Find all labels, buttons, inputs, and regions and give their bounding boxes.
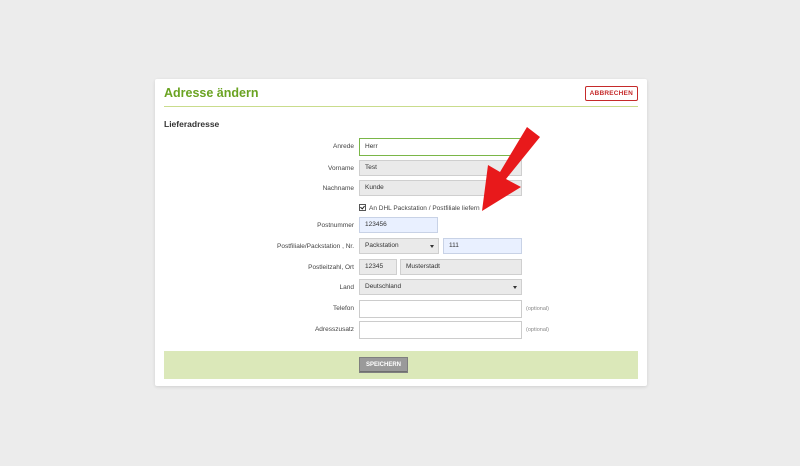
address-edit-card: Adresse ändern ABBRECHEN Lieferadresse A… bbox=[155, 79, 647, 386]
card-header: Adresse ändern ABBRECHEN bbox=[164, 79, 638, 107]
chevron-down-icon bbox=[513, 286, 517, 289]
cancel-button[interactable]: ABBRECHEN bbox=[584, 86, 638, 101]
telefon-optional-hint: (optional) bbox=[526, 306, 549, 312]
nachname-label: Nachname bbox=[322, 185, 354, 192]
packstation-checkbox-row[interactable]: An DHL Packstation / Postfiliale liefern bbox=[359, 204, 480, 215]
postnummer-field[interactable]: 123456 bbox=[359, 217, 438, 233]
plz-field[interactable]: 12345 bbox=[359, 259, 397, 275]
land-select[interactable]: Deutschland bbox=[359, 279, 522, 295]
anrede-label: Anrede bbox=[333, 143, 354, 150]
adresszusatz-field[interactable] bbox=[359, 321, 522, 339]
vorname-label: Vorname bbox=[327, 165, 354, 172]
packstation-number-field[interactable]: 111 bbox=[443, 238, 522, 254]
arrow-shape bbox=[482, 127, 540, 211]
red-arrow-icon bbox=[482, 127, 540, 211]
page-title: Adresse ändern bbox=[164, 86, 259, 100]
section-title: Lieferadresse bbox=[164, 119, 220, 129]
packstation-checkbox-label: An DHL Packstation / Postfiliale liefern bbox=[369, 205, 480, 213]
postfiliale-label: Postfiliale/Packstation , Nr. bbox=[277, 243, 354, 250]
adresszusatz-label: Adresszusatz bbox=[314, 326, 354, 333]
save-button[interactable]: SPEICHERN bbox=[359, 357, 408, 373]
plz-ort-label: Postleitzahl, Ort bbox=[308, 264, 354, 271]
chevron-down-icon bbox=[430, 245, 434, 248]
land-label: Land bbox=[339, 284, 354, 291]
postfiliale-type-value: Packstation bbox=[365, 242, 399, 249]
telefon-label: Telefon bbox=[333, 305, 354, 312]
adresszusatz-optional-hint: (optional) bbox=[526, 327, 549, 333]
ort-field[interactable]: Musterstadt bbox=[400, 259, 522, 275]
postnummer-label: Postnummer bbox=[317, 222, 354, 229]
land-value: Deutschland bbox=[365, 283, 402, 290]
postfiliale-type-select[interactable]: Packstation bbox=[359, 238, 439, 254]
telefon-field[interactable] bbox=[359, 300, 522, 318]
packstation-checkbox[interactable] bbox=[359, 204, 366, 211]
form-footer: SPEICHERN bbox=[164, 351, 638, 379]
